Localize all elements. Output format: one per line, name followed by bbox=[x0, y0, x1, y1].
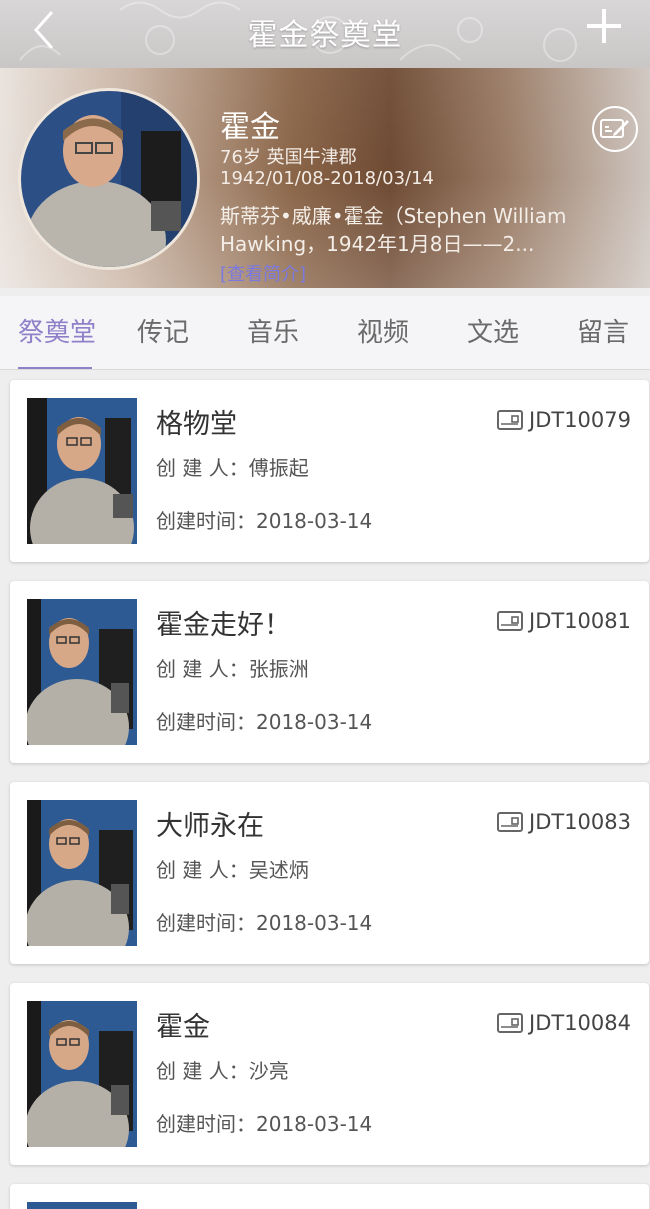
hall-date: 创建时间：2018-03-14 bbox=[156, 706, 372, 735]
date-label: 创建时间： bbox=[156, 710, 256, 734]
date-value: 2018-03-14 bbox=[256, 710, 373, 734]
hall-id-text: JDT10081 bbox=[529, 609, 631, 633]
hall-title: 霍金 bbox=[156, 1012, 210, 1043]
date-value: 2018-03-14 bbox=[256, 509, 373, 533]
profile-dates: 1942/01/08-2018/03/14 bbox=[220, 168, 434, 189]
hall-title: 格物堂 bbox=[156, 409, 237, 440]
bio-line-2: Hawking，1942年1月8日——2... bbox=[220, 232, 535, 256]
creator-name: 沙亮 bbox=[248, 1059, 289, 1083]
id-card-icon bbox=[497, 812, 523, 832]
date-value: 2018-03-14 bbox=[256, 1112, 373, 1136]
hall-creator: 创 建 人：傅振起 bbox=[156, 452, 309, 481]
page-title: 霍金祭奠堂 bbox=[247, 18, 403, 53]
hall-title: 大师永在 bbox=[156, 811, 264, 842]
plus-icon bbox=[587, 9, 621, 43]
hall-id: JDT10079 bbox=[497, 408, 631, 432]
profile-bio: 斯蒂芬•威廉•霍金（Stephen William Hawking，1942年1… bbox=[220, 202, 600, 258]
top-bar: 霍金祭奠堂 bbox=[0, 0, 650, 68]
portrait-image bbox=[27, 599, 137, 745]
creator-label: 创 建 人： bbox=[156, 657, 249, 681]
hall-id: JDT10081 bbox=[497, 609, 631, 633]
hall-thumbnail bbox=[27, 599, 137, 745]
avatar bbox=[18, 88, 200, 270]
hall-card[interactable]: 霍金 JDT10084 创 建 人：沙亮 创建时间：2018-03-14 bbox=[10, 983, 649, 1165]
tab-bar: 祭奠堂 传记 音乐 视频 文选 留言 bbox=[0, 296, 650, 370]
portrait-image bbox=[27, 800, 137, 946]
hall-date: 创建时间：2018-03-14 bbox=[156, 907, 372, 936]
hall-card-partial[interactable] bbox=[10, 1184, 649, 1209]
hall-id-text: JDT10083 bbox=[529, 810, 631, 834]
hall-title: 霍金走好！ bbox=[156, 610, 291, 641]
id-card-icon bbox=[497, 410, 523, 430]
tab-messages[interactable]: 留言 bbox=[577, 296, 629, 370]
hall-id-text: JDT10084 bbox=[529, 1011, 631, 1035]
hall-thumbnail bbox=[27, 800, 137, 946]
profile-header: 霍金 76岁 英国牛津郡 1942/01/08-2018/03/14 斯蒂芬•威… bbox=[0, 68, 650, 288]
portrait-image bbox=[27, 1001, 137, 1147]
hall-creator: 创 建 人：沙亮 bbox=[156, 1055, 289, 1084]
hall-thumbnail bbox=[27, 1001, 137, 1147]
date-label: 创建时间： bbox=[156, 1112, 256, 1136]
hall-creator: 创 建 人：吴述炳 bbox=[156, 854, 309, 883]
date-label: 创建时间： bbox=[156, 911, 256, 935]
active-tab-indicator bbox=[18, 367, 92, 369]
edit-card-icon bbox=[600, 119, 629, 138]
creator-name: 张振洲 bbox=[248, 657, 309, 681]
tab-biography[interactable]: 传记 bbox=[137, 296, 189, 370]
creator-name: 傅振起 bbox=[248, 456, 309, 480]
creator-label: 创 建 人： bbox=[156, 456, 249, 480]
date-label: 创建时间： bbox=[156, 509, 256, 533]
hall-date: 创建时间：2018-03-14 bbox=[156, 505, 372, 534]
tab-music[interactable]: 音乐 bbox=[247, 296, 299, 370]
edit-button[interactable] bbox=[592, 106, 638, 152]
profile-name: 霍金 bbox=[220, 110, 280, 145]
creator-label: 创 建 人： bbox=[156, 1059, 249, 1083]
creator-label: 创 建 人： bbox=[156, 858, 249, 882]
view-intro-link[interactable]: [查看简介] bbox=[220, 260, 306, 286]
bio-line-1: 斯蒂芬•威廉•霍金（Stephen William bbox=[220, 204, 567, 228]
hall-thumbnail bbox=[27, 398, 137, 544]
id-card-icon bbox=[497, 1013, 523, 1033]
hall-card[interactable]: 大师永在 JDT10083 创 建 人：吴述炳 创建时间：2018-03-14 bbox=[10, 782, 649, 964]
portrait-image bbox=[21, 91, 197, 267]
id-card-icon bbox=[497, 611, 523, 631]
hall-creator: 创 建 人：张振洲 bbox=[156, 653, 309, 682]
hall-id: JDT10084 bbox=[497, 1011, 631, 1035]
date-value: 2018-03-14 bbox=[256, 911, 373, 935]
tab-articles[interactable]: 文选 bbox=[467, 296, 519, 370]
hall-card[interactable]: 霍金走好！ JDT10081 创 建 人：张振洲 创建时间：2018-03-14 bbox=[10, 581, 649, 763]
add-button[interactable] bbox=[584, 6, 624, 46]
profile-age-place: 76岁 英国牛津郡 bbox=[220, 147, 357, 168]
portrait-image bbox=[27, 398, 137, 544]
hall-id-text: JDT10079 bbox=[529, 408, 631, 432]
hall-card[interactable]: 格物堂 JDT10079 创 建 人：傅振起 创建时间：2018-03-14 bbox=[10, 380, 649, 562]
hall-thumbnail bbox=[27, 1202, 137, 1209]
tab-memorial-hall[interactable]: 祭奠堂 bbox=[18, 296, 96, 370]
tab-video[interactable]: 视频 bbox=[357, 296, 409, 370]
hall-id: JDT10083 bbox=[497, 810, 631, 834]
hall-date: 创建时间：2018-03-14 bbox=[156, 1108, 372, 1137]
creator-name: 吴述炳 bbox=[248, 858, 309, 882]
